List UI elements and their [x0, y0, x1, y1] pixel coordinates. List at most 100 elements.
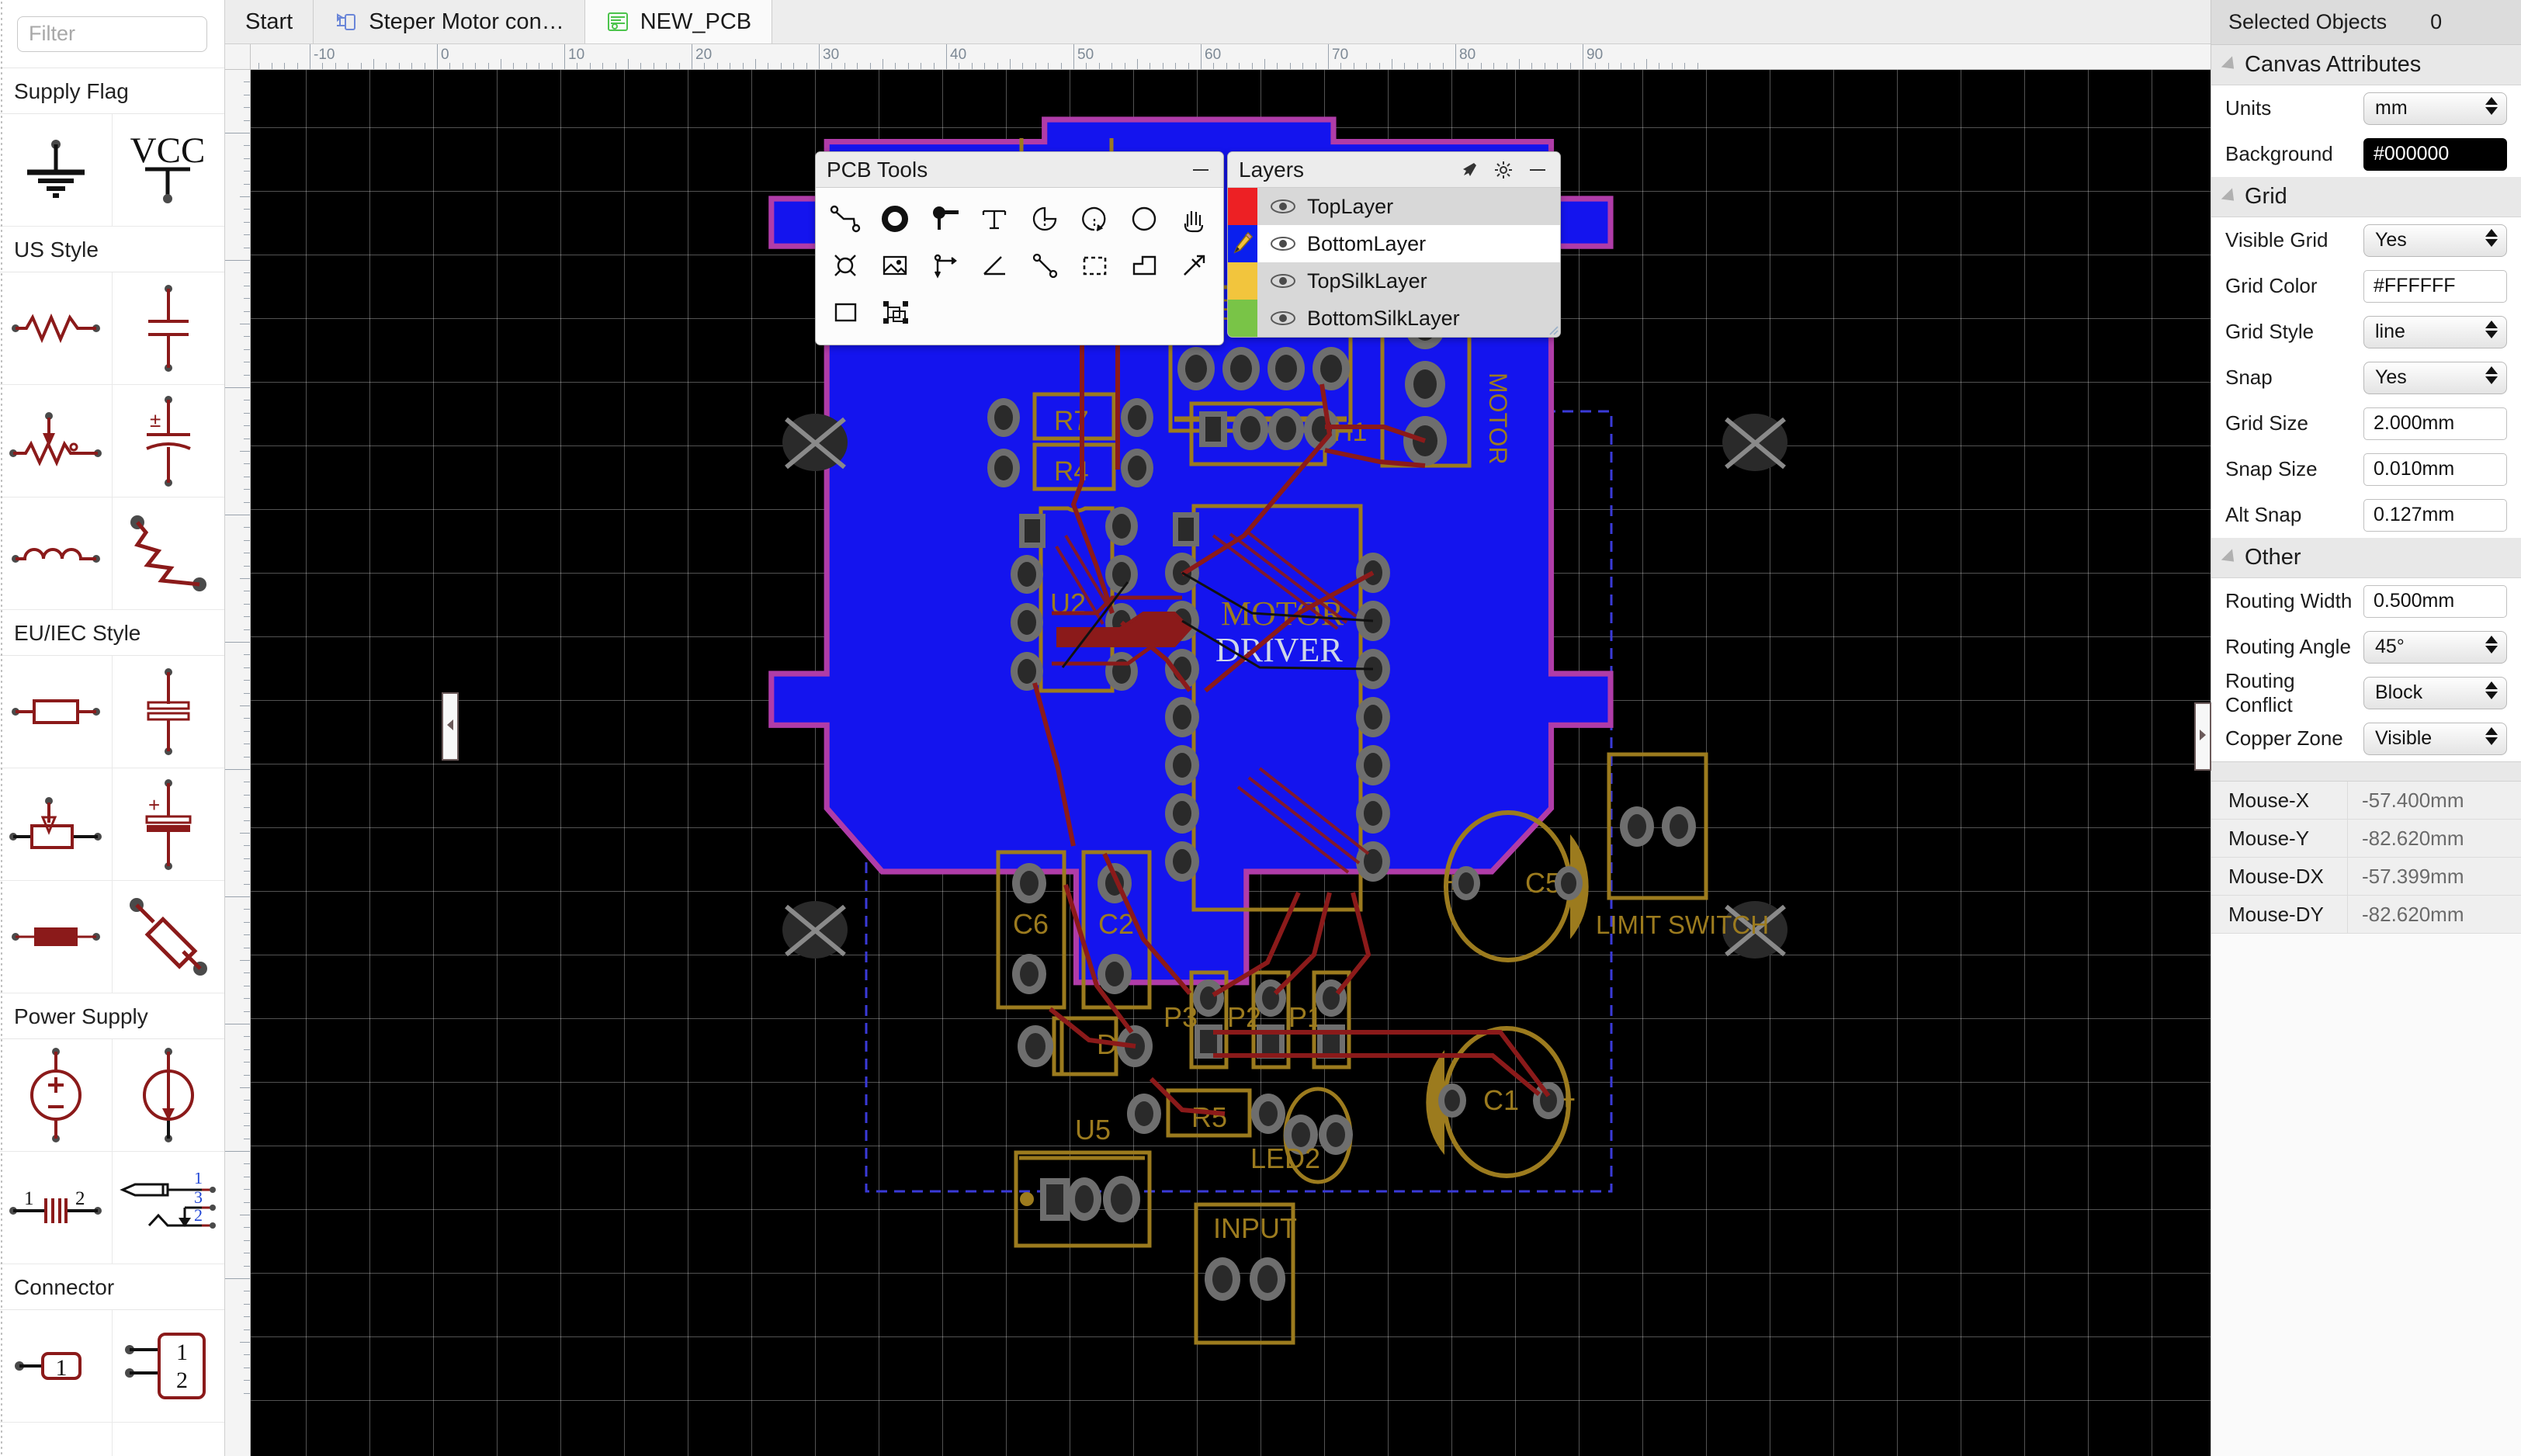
lib-item-capacitor-us[interactable]	[112, 272, 224, 385]
routing-width-field-wrap[interactable]: 0.500mm	[2363, 584, 2507, 618]
alt-snap-field-wrap[interactable]: 0.127mm	[2363, 498, 2507, 532]
tab-new-pcb[interactable]: NEW_PCB	[584, 0, 773, 43]
minimize-icon[interactable]	[1526, 158, 1549, 182]
lib-item-potentiometer-eu[interactable]	[0, 768, 113, 881]
lib-item-resistor-eu-filled[interactable]	[0, 881, 113, 993]
lib-item-resistor-eu[interactable]	[0, 656, 113, 768]
lib-item-resistor-us[interactable]	[0, 272, 113, 385]
image-icon[interactable]	[870, 242, 920, 289]
lib-item-connector-1pin[interactable]: 1	[0, 1310, 113, 1423]
layer-color-swatch[interactable]	[1228, 262, 1257, 300]
lib-item-capacitor-eu[interactable]	[112, 656, 224, 768]
lib-item-ground-symbol[interactable]	[0, 114, 113, 227]
layer-row-bottomlayer[interactable]: BottomLayer	[1228, 225, 1560, 262]
lib-item-resistor-us-rotated[interactable]	[112, 497, 224, 610]
left-panel-splitter[interactable]	[442, 692, 459, 761]
tab-start[interactable]: Start	[225, 0, 314, 43]
lib-item-connector-2pin[interactable]: 1 2	[112, 1310, 224, 1423]
layer-row-toplayer[interactable]: TopLayer	[1228, 188, 1560, 225]
pin-icon[interactable]	[1458, 158, 1481, 182]
origin-icon[interactable]	[920, 242, 969, 289]
spinner-icon[interactable]	[2485, 726, 2498, 745]
circle-icon[interactable]	[1119, 196, 1169, 242]
snap-select-wrap[interactable]: Yes	[2363, 361, 2507, 394]
background-field-wrap[interactable]: #000000	[2363, 137, 2507, 171]
lib-item-polarized-capacitor-eu[interactable]: +	[112, 768, 224, 881]
routing-conflict-select-wrap[interactable]: Block	[2363, 676, 2507, 709]
layer-row-topsilklayer[interactable]: TopSilkLayer	[1228, 262, 1560, 300]
layer-row-bottomsilklayer[interactable]: BottomSilkLayer	[1228, 300, 1560, 337]
group-icon[interactable]	[870, 289, 920, 335]
pcb-canvas[interactable]: STEPPER MOTOR	[251, 70, 2211, 1456]
layer-color-swatch[interactable]	[1228, 300, 1257, 337]
pcb-tools-panel[interactable]: PCB Tools	[815, 151, 1224, 345]
arc-icon[interactable]	[1020, 196, 1070, 242]
via-icon[interactable]	[920, 196, 969, 242]
routing-width-field[interactable]: 0.500mm	[2363, 584, 2507, 618]
spinner-icon[interactable]	[2485, 635, 2498, 653]
spinner-icon[interactable]	[2485, 320, 2498, 338]
right-panel-splitter[interactable]	[2194, 702, 2211, 771]
lib-item-voltage-source[interactable]	[0, 1039, 113, 1152]
layers-header[interactable]: Layers	[1228, 152, 1560, 188]
measure-icon[interactable]	[1169, 242, 1219, 289]
grid-size-field[interactable]: 2.000mm	[2363, 407, 2507, 440]
rectangle-icon[interactable]	[820, 289, 870, 335]
lib-item-inductor-us[interactable]	[0, 497, 113, 610]
snap-size-field-wrap[interactable]: 0.010mm	[2363, 452, 2507, 486]
grid-size-field-wrap[interactable]: 2.000mm	[2363, 407, 2507, 440]
layers-panel[interactable]: Layers TopLayer BottomLayer TopSilkLayer…	[1227, 151, 1561, 338]
horizontal-ruler[interactable]: -50-40-30-20-100102030405060708090	[225, 44, 2211, 70]
resize-handle-icon[interactable]	[1548, 324, 1559, 335]
lib-item-connector-2pin-polarized[interactable]: 1 2	[112, 1423, 224, 1456]
routing-angle-select-wrap[interactable]: 45°	[2363, 630, 2507, 664]
arc-cw-icon[interactable]	[1070, 196, 1119, 242]
layer-color-swatch[interactable]	[1228, 225, 1257, 262]
lib-item-potentiometer-us[interactable]	[0, 385, 113, 497]
spinner-icon[interactable]	[2485, 366, 2498, 384]
track-icon[interactable]	[820, 196, 870, 242]
lib-item-resistor-eu-rotated[interactable]	[112, 881, 224, 993]
eye-icon[interactable]	[1265, 235, 1301, 252]
filter-input[interactable]	[17, 16, 207, 52]
section-grid[interactable]: Grid	[2211, 177, 2521, 217]
eye-icon[interactable]	[1265, 272, 1301, 289]
alt-snap-field[interactable]: 0.127mm	[2363, 498, 2507, 532]
pan-icon[interactable]	[1169, 196, 1219, 242]
grid-color-field-wrap[interactable]: #FFFFFF	[2363, 269, 2507, 303]
visible-grid-select-wrap[interactable]: Yes	[2363, 224, 2507, 257]
section-canvas-attributes[interactable]: Canvas Attributes	[2211, 45, 2521, 85]
lib-item-battery-cell[interactable]: 1 2	[0, 1152, 113, 1264]
snap-size-field[interactable]: 0.010mm	[2363, 452, 2507, 486]
gear-icon[interactable]	[1492, 158, 1515, 182]
lib-item-current-source[interactable]	[112, 1039, 224, 1152]
spinner-icon[interactable]	[2485, 96, 2498, 115]
eye-icon[interactable]	[1265, 198, 1301, 215]
section-other[interactable]: Other	[2211, 538, 2521, 578]
spinner-icon[interactable]	[2485, 228, 2498, 247]
minimize-icon[interactable]	[1189, 158, 1212, 182]
hole-icon[interactable]	[820, 242, 870, 289]
vertical-ruler[interactable]: -80-70-60-50-40-30-20-1001020	[225, 44, 251, 1456]
dimension-icon[interactable]	[1020, 242, 1070, 289]
library-scroll[interactable]: Supply Flag VCC US Style ± EU/IEC Style …	[0, 68, 224, 1456]
pcb-tools-header[interactable]: PCB Tools	[816, 152, 1223, 188]
lib-item-vcc-symbol[interactable]: VCC	[112, 114, 224, 227]
polygon-icon[interactable]	[1119, 242, 1169, 289]
text-icon[interactable]	[969, 196, 1019, 242]
units-select-wrap[interactable]: mm	[2363, 92, 2507, 125]
select-region-icon[interactable]	[1070, 242, 1119, 289]
grid-color-field[interactable]: #FFFFFF	[2363, 269, 2507, 303]
copper-zone-select-wrap[interactable]: Visible	[2363, 722, 2507, 755]
tab-steper-motor-schematic[interactable]: Steper Motor con…	[314, 0, 585, 43]
grid-style-select-wrap[interactable]: line	[2363, 315, 2507, 348]
lib-item-supply-multi-pin[interactable]: 1 3 2	[112, 1152, 224, 1264]
lib-item-connector-2pin-horizontal[interactable]: 1 2	[0, 1423, 113, 1456]
angle-icon[interactable]	[969, 242, 1019, 289]
eye-icon[interactable]	[1265, 310, 1301, 327]
pad-icon[interactable]	[870, 196, 920, 242]
spinner-icon[interactable]	[2485, 681, 2498, 699]
background-color-field[interactable]: #000000	[2363, 137, 2507, 171]
lib-item-polarized-capacitor-us[interactable]: ±	[112, 385, 224, 497]
layer-color-swatch[interactable]	[1228, 188, 1257, 225]
